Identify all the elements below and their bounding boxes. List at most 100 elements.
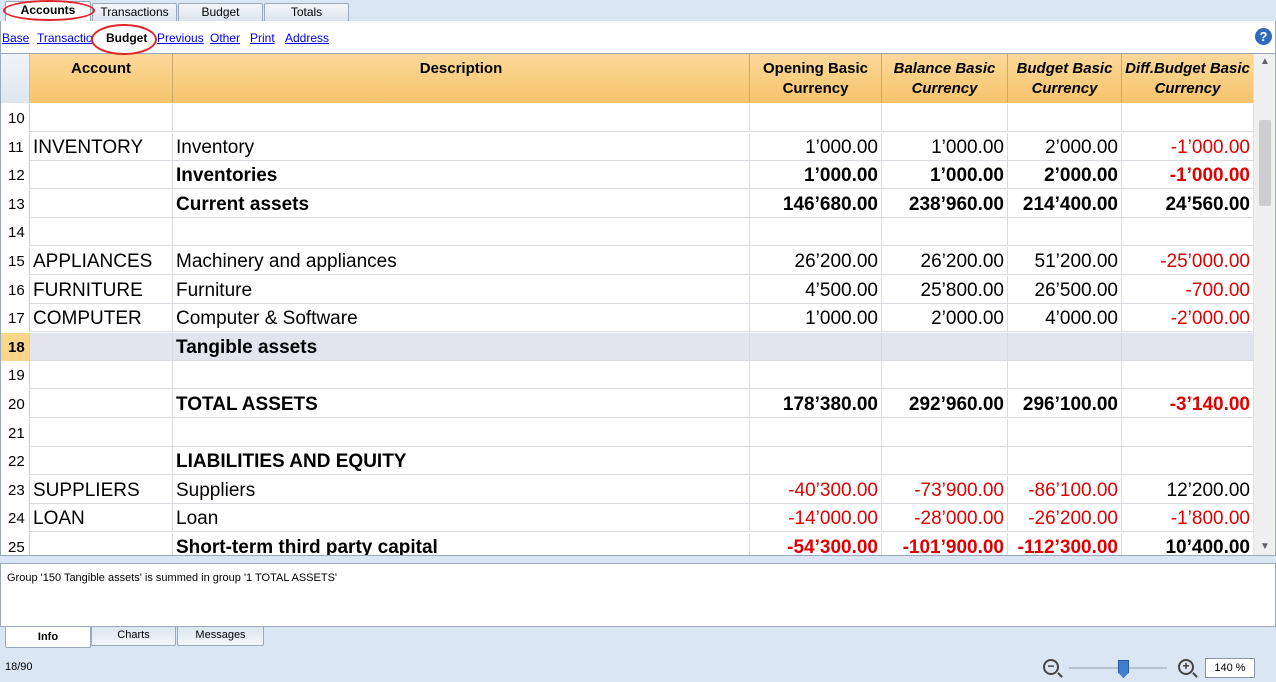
row-number[interactable]: 15 bbox=[1, 247, 30, 275]
row-number[interactable]: 24 bbox=[1, 504, 30, 533]
table-row[interactable]: 16 FURNITURE Furniture 4’500.00 25’800.00 26’… bbox=[1, 275, 1254, 304]
cell-account[interactable] bbox=[30, 533, 173, 555]
cell-budget[interactable] bbox=[1008, 104, 1122, 132]
table-row[interactable]: 10 bbox=[1, 104, 1254, 132]
cell-budget[interactable] bbox=[1008, 218, 1122, 247]
cell-balance[interactable] bbox=[882, 361, 1008, 390]
table-row[interactable]: 22 LIABILITIES AND EQUITY bbox=[1, 447, 1254, 476]
cell-opening[interactable]: 26’200.00 bbox=[750, 247, 882, 275]
cell-balance[interactable]: 292’960.00 bbox=[882, 390, 1008, 418]
table-row[interactable]: 20 TOTAL ASSETS 178’380.00 292’960.00 296’10… bbox=[1, 390, 1254, 418]
row-number[interactable]: 14 bbox=[1, 218, 30, 247]
cell-description[interactable]: Short-term third party capital bbox=[173, 533, 750, 555]
row-number[interactable]: 19 bbox=[1, 361, 30, 390]
cell-opening[interactable] bbox=[750, 418, 882, 447]
row-number[interactable]: 18 bbox=[1, 332, 30, 361]
header-balance[interactable]: Balance Basic Currency bbox=[882, 54, 1008, 103]
cell-budget[interactable] bbox=[1008, 447, 1122, 476]
cell-budget[interactable]: 51’200.00 bbox=[1008, 247, 1122, 275]
cell-description[interactable]: TOTAL ASSETS bbox=[173, 390, 750, 418]
cell-account[interactable]: FURNITURE bbox=[30, 275, 173, 304]
row-number[interactable]: 16 bbox=[1, 275, 30, 304]
cell-balance[interactable]: -28’000.00 bbox=[882, 504, 1008, 533]
cell-balance[interactable] bbox=[882, 418, 1008, 447]
cell-budget[interactable]: 2’000.00 bbox=[1008, 161, 1122, 190]
scroll-down-icon[interactable]: ▼ bbox=[1254, 539, 1275, 555]
cell-description[interactable] bbox=[173, 218, 750, 247]
cell-description[interactable]: Suppliers bbox=[173, 475, 750, 504]
cell-opening[interactable] bbox=[750, 447, 882, 476]
vertical-scrollbar[interactable]: ▲ ▼ bbox=[1253, 54, 1275, 555]
cell-account[interactable]: COMPUTER bbox=[30, 304, 173, 333]
zoom-out-icon[interactable]: − bbox=[1043, 659, 1059, 675]
cell-account[interactable] bbox=[30, 332, 173, 361]
cell-diff[interactable]: 24’560.00 bbox=[1122, 189, 1254, 218]
cell-description[interactable]: Computer & Software bbox=[173, 304, 750, 333]
zoom-level-field[interactable]: 140 % bbox=[1205, 658, 1255, 678]
cell-budget[interactable] bbox=[1008, 332, 1122, 361]
cell-diff[interactable]: -1’000.00 bbox=[1122, 161, 1254, 190]
header-opening[interactable]: Opening Basic Currency bbox=[750, 54, 882, 103]
view-print[interactable]: Print bbox=[250, 31, 275, 45]
table-row[interactable]: 25 Short-term third party capital -54’300.… bbox=[1, 533, 1254, 555]
cell-account[interactable]: INVENTORY bbox=[30, 132, 173, 161]
tab-transactions[interactable]: Transactions bbox=[92, 3, 177, 21]
cell-account[interactable] bbox=[30, 104, 173, 132]
cell-diff[interactable]: -700.00 bbox=[1122, 275, 1254, 304]
cell-budget[interactable]: 26’500.00 bbox=[1008, 275, 1122, 304]
cell-balance[interactable] bbox=[882, 447, 1008, 476]
cell-budget[interactable] bbox=[1008, 361, 1122, 390]
tab-charts[interactable]: Charts bbox=[91, 627, 176, 646]
view-budget[interactable]: Budget bbox=[106, 31, 147, 45]
table-row[interactable]: 21 bbox=[1, 418, 1254, 447]
cell-diff[interactable]: -3’140.00 bbox=[1122, 390, 1254, 418]
cell-opening[interactable] bbox=[750, 218, 882, 247]
cell-opening[interactable]: 1’000.00 bbox=[750, 304, 882, 333]
cell-description[interactable]: Tangible assets bbox=[173, 332, 750, 361]
cell-opening[interactable]: 146’680.00 bbox=[750, 189, 882, 218]
cell-diff[interactable] bbox=[1122, 104, 1254, 132]
cell-description[interactable]: Inventory bbox=[173, 132, 750, 161]
cell-opening[interactable]: -40’300.00 bbox=[750, 475, 882, 504]
cell-description[interactable] bbox=[173, 104, 750, 132]
table-row[interactable]: 24 LOAN Loan -14’000.00 -28’000.00 -26’200.00… bbox=[1, 504, 1254, 533]
scroll-up-icon[interactable]: ▲ bbox=[1254, 54, 1275, 70]
row-number[interactable]: 12 bbox=[1, 161, 30, 190]
header-diff[interactable]: Diff.Budget Basic Currency bbox=[1122, 54, 1254, 103]
cell-opening[interactable]: -54’300.00 bbox=[750, 533, 882, 555]
row-number[interactable]: 20 bbox=[1, 390, 30, 418]
cell-diff[interactable]: -25’000.00 bbox=[1122, 247, 1254, 275]
cell-budget[interactable]: 214’400.00 bbox=[1008, 189, 1122, 218]
zoom-slider-thumb[interactable] bbox=[1118, 660, 1129, 678]
cell-account[interactable] bbox=[30, 447, 173, 476]
cell-balance[interactable] bbox=[882, 104, 1008, 132]
tab-messages[interactable]: Messages bbox=[177, 627, 264, 646]
header-account[interactable]: Account bbox=[30, 54, 173, 103]
cell-description[interactable]: Furniture bbox=[173, 275, 750, 304]
cell-balance[interactable]: 26’200.00 bbox=[882, 247, 1008, 275]
cell-diff[interactable] bbox=[1122, 447, 1254, 476]
cell-opening[interactable] bbox=[750, 104, 882, 132]
header-description[interactable]: Description bbox=[173, 54, 750, 103]
view-other[interactable]: Other bbox=[210, 31, 240, 45]
cell-account[interactable]: SUPPLIERS bbox=[30, 475, 173, 504]
cell-description[interactable]: LIABILITIES AND EQUITY bbox=[173, 447, 750, 476]
cell-diff[interactable]: 12’200.00 bbox=[1122, 475, 1254, 504]
cell-balance[interactable]: -73’900.00 bbox=[882, 475, 1008, 504]
row-number[interactable]: 10 bbox=[1, 104, 30, 132]
table-row[interactable]: 18 Tangible assets bbox=[1, 332, 1254, 361]
cell-account[interactable] bbox=[30, 161, 173, 190]
row-number[interactable]: 13 bbox=[1, 189, 30, 218]
table-row[interactable]: 17 COMPUTER Computer & Software 1’000.00 2’0… bbox=[1, 304, 1254, 333]
zoom-in-icon[interactable]: + bbox=[1178, 659, 1194, 675]
cell-balance[interactable]: 1’000.00 bbox=[882, 132, 1008, 161]
cell-description[interactable]: Machinery and appliances bbox=[173, 247, 750, 275]
cell-budget[interactable]: -26’200.00 bbox=[1008, 504, 1122, 533]
table-row[interactable]: 19 bbox=[1, 361, 1254, 390]
tab-info[interactable]: Info bbox=[5, 627, 91, 648]
table-row[interactable]: 13 Current assets 146’680.00 238’960.00 214’… bbox=[1, 189, 1254, 218]
table-row[interactable]: 14 bbox=[1, 218, 1254, 247]
cell-diff[interactable] bbox=[1122, 418, 1254, 447]
cell-description[interactable]: Current assets bbox=[173, 189, 750, 218]
cell-balance[interactable]: 2’000.00 bbox=[882, 304, 1008, 333]
